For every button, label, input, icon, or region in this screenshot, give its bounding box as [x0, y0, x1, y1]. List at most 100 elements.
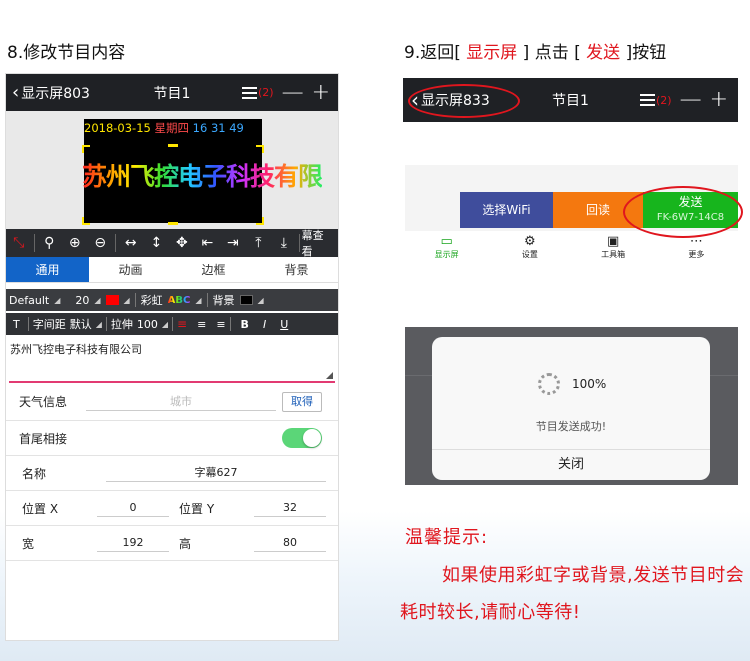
loading-spinner-icon — [538, 373, 560, 395]
divider — [134, 293, 136, 307]
loop-label: 首尾相接 — [19, 431, 68, 446]
caret-icon: ◢ — [95, 319, 102, 329]
progress-percent: 100% — [572, 377, 607, 391]
weather-row: 天气信息 城市 取得 — [6, 383, 338, 421]
resize-handle[interactable] — [168, 144, 178, 147]
led-preview-area: 2018-03-15 星期四 16 31 49 苏州飞控电子科技有限 — [6, 111, 338, 229]
content-text: 苏州飞控电子科技有限公司 — [10, 343, 142, 356]
height-input[interactable]: 80 — [254, 534, 326, 552]
caret-icon: ◢ — [257, 295, 264, 305]
monitor-icon: ▭ — [440, 234, 453, 249]
step9-prefix: 9.返回[ — [404, 43, 461, 63]
align-right-text-icon[interactable]: ≡ — [216, 318, 225, 331]
nav-item-settings[interactable]: ⚙ 设置 — [488, 231, 571, 265]
position-x-label: 位置 X — [22, 501, 59, 516]
city-input[interactable]: 城市 — [86, 393, 276, 411]
back-button[interactable]: ‹ 显示屏803 — [6, 82, 90, 103]
font-size-select[interactable]: 20 — [75, 294, 89, 307]
rainbow-label[interactable]: 彩虹 — [141, 292, 163, 308]
width-input[interactable]: 192 — [97, 534, 169, 552]
align-center-text-icon[interactable]: ≡ — [197, 318, 206, 331]
tab-border[interactable]: 边框 — [172, 257, 255, 282]
resize-handle[interactable] — [256, 145, 264, 153]
stretch-select[interactable]: 100 — [137, 318, 158, 331]
format-bar: T 字间距 默认 ◢ 拉伸 100 ◢ ≡ ≡ ≡ B I U — [6, 313, 338, 335]
fullscreen-icon[interactable]: ⤡ — [6, 235, 32, 251]
get-weather-button[interactable]: 取得 — [282, 391, 322, 412]
height-label: 高 — [179, 536, 192, 551]
add-program-button[interactable]: + — [312, 81, 330, 104]
step8-text: 修改节目内容 — [23, 43, 126, 63]
font-select[interactable]: Default — [9, 294, 49, 307]
add-program-button[interactable]: + — [710, 89, 728, 111]
weather-label: 天气信息 — [19, 395, 68, 409]
remove-program-button[interactable]: — — [680, 89, 702, 111]
nav-item-screen[interactable]: ▭ 显示屏 — [405, 231, 488, 265]
name-row: 名称 字幕627 — [6, 456, 338, 491]
led-weekday: 星期四 — [154, 121, 190, 135]
tip-body: 如果使用彩虹字或背景,发送节目时会耗时较长,请耐心等待! — [400, 565, 745, 623]
align-left-text-icon[interactable]: ≡ — [177, 317, 187, 331]
align-bottom-icon[interactable]: ⤓ — [271, 235, 297, 251]
underline-button[interactable]: U — [280, 318, 288, 331]
bold-button[interactable]: B — [241, 318, 249, 331]
move-icon[interactable]: ✥ — [169, 235, 195, 251]
tab-background[interactable]: 背景 — [255, 257, 338, 282]
led-date: 2018-03-15 — [84, 121, 151, 135]
zoom-in-icon[interactable]: ⊕ — [62, 235, 88, 251]
size-row: 宽 192 高 80 — [6, 526, 338, 561]
program-menu-button[interactable]: (2) — [241, 86, 274, 99]
rainbow-text-select[interactable]: ABC — [168, 295, 191, 306]
success-dialog: 100% 节目发送成功! 关闭 — [432, 337, 710, 480]
align-right-icon[interactable]: ⇥ — [220, 235, 246, 251]
name-input[interactable]: 字幕627 — [106, 464, 326, 482]
position-x-input[interactable]: 0 — [97, 499, 169, 517]
zoom-fit-icon[interactable]: ⚲ — [37, 235, 63, 251]
letter-spacing-select[interactable]: 默认 — [70, 316, 92, 332]
nav-item-toolbox[interactable]: ▣ 工具箱 — [572, 231, 655, 265]
align-left-icon[interactable]: ⇤ — [195, 235, 221, 251]
divider — [105, 317, 107, 331]
width-label: 宽 — [22, 536, 35, 551]
program-count-badge: (2) — [257, 86, 274, 99]
highlight-ellipse — [623, 186, 743, 238]
led-time: 16 31 49 — [192, 121, 244, 135]
divider — [710, 375, 738, 376]
resize-handle[interactable] — [256, 217, 264, 225]
caret-icon: ◢ — [123, 295, 130, 305]
tab-general[interactable]: 通用 — [6, 257, 89, 282]
close-button[interactable]: 关闭 — [432, 450, 710, 480]
select-wifi-button[interactable]: 选择WiFi — [460, 192, 553, 228]
divider — [33, 234, 35, 252]
loop-toggle[interactable] — [282, 428, 322, 448]
divider — [229, 317, 231, 331]
stretch-horizontal-icon[interactable]: ↔ — [118, 235, 144, 251]
resize-handle[interactable] — [82, 217, 90, 225]
resize-handle[interactable] — [168, 222, 178, 225]
align-top-icon[interactable]: ⤒ — [246, 235, 272, 251]
led-screen-preview[interactable]: 2018-03-15 星期四 16 31 49 苏州飞控电子科技有限 — [82, 119, 323, 225]
menu-icon — [639, 94, 655, 106]
program-menu-button[interactable]: (2) — [639, 93, 672, 107]
program-editor-screenshot: ‹ 显示屏803 节目1 (2) — + 2018-03-15 星期四 16 3… — [5, 73, 339, 641]
caret-icon: ◢ — [161, 319, 169, 329]
text-style-button[interactable]: T — [9, 318, 24, 331]
caret-icon: ◢ — [54, 295, 61, 305]
text-color-swatch[interactable] — [105, 295, 119, 305]
divider — [115, 234, 117, 252]
stretch-vertical-icon[interactable]: ↕ — [144, 235, 170, 251]
resize-handle[interactable] — [82, 145, 90, 153]
tab-animation[interactable]: 动画 — [89, 257, 172, 282]
zoom-out-icon[interactable]: ⊖ — [88, 235, 114, 251]
content-textarea[interactable]: 苏州飞控电子科技有限公司 — [9, 341, 335, 383]
italic-button[interactable]: I — [263, 318, 266, 331]
screen-view-button[interactable]: 幕查看 — [302, 227, 338, 259]
divider — [298, 234, 300, 252]
remove-program-button[interactable]: — — [282, 81, 304, 104]
program-count-badge: (2) — [655, 93, 672, 107]
position-y-input[interactable]: 32 — [254, 499, 326, 517]
position-y-label: 位置 Y — [179, 501, 215, 516]
name-label: 名称 — [22, 466, 47, 481]
background-color-swatch[interactable] — [239, 295, 253, 305]
highlight-ellipse — [408, 84, 520, 118]
